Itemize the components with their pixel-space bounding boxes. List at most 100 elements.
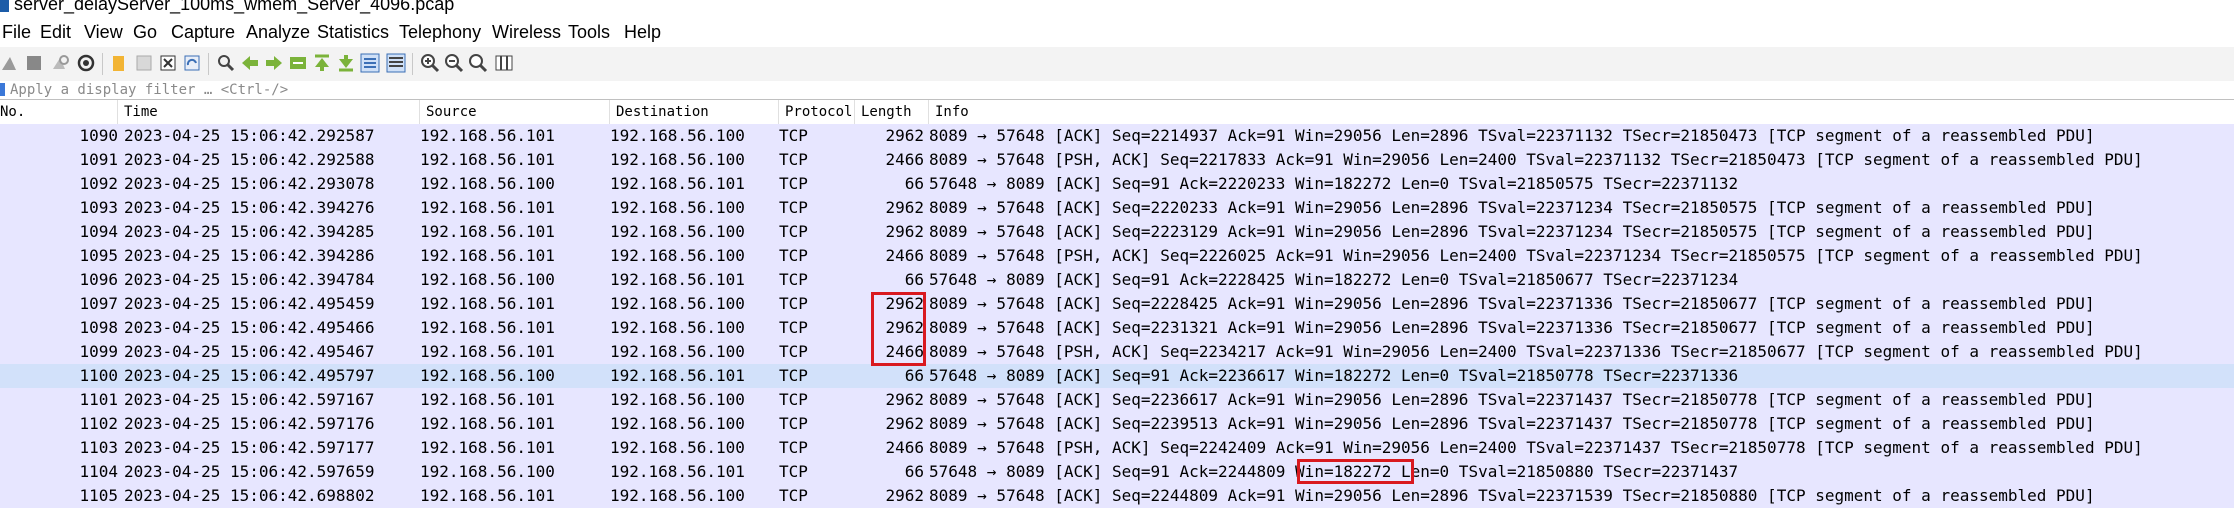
reload-file-icon[interactable] bbox=[182, 53, 202, 73]
display-filter-input[interactable] bbox=[10, 81, 2210, 99]
packet-source: 192.168.56.101 bbox=[420, 438, 555, 457]
packet-length: 2962 bbox=[885, 198, 924, 217]
packet-protocol: TCP bbox=[779, 438, 808, 457]
packet-destination: 192.168.56.100 bbox=[610, 486, 745, 505]
packet-info: 8089 → 57648 [ACK] Seq=2223129 Ack=91 Wi… bbox=[929, 222, 2095, 241]
go-last-icon[interactable] bbox=[336, 53, 356, 73]
packet-row[interactable]: 1098 2023-04-25 15:06:42.495466 192.168.56… bbox=[0, 316, 2234, 340]
packet-time: 2023-04-25 15:06:42.394784 bbox=[124, 270, 375, 289]
menu-help[interactable]: Help bbox=[622, 21, 663, 43]
packet-protocol: TCP bbox=[779, 366, 808, 385]
packet-time: 2023-04-25 15:06:42.698802 bbox=[124, 486, 375, 505]
bookmark-icon[interactable] bbox=[0, 83, 5, 96]
menu-wireless[interactable]: Wireless bbox=[490, 21, 563, 43]
packet-info: 8089 → 57648 [ACK] Seq=2244809 Ack=91 Wi… bbox=[929, 486, 2095, 505]
packet-row[interactable]: 1102 2023-04-25 15:06:42.597176 192.168.56… bbox=[0, 412, 2234, 436]
packet-protocol: TCP bbox=[779, 246, 808, 265]
packet-time: 2023-04-25 15:06:42.495467 bbox=[124, 342, 375, 361]
packet-info: 57648 → 8089 [ACK] Seq=91 Ack=2244809 Wi… bbox=[929, 462, 1739, 481]
packet-number: 1104 bbox=[79, 462, 118, 481]
packet-destination: 192.168.56.101 bbox=[610, 270, 745, 289]
packet-number: 1091 bbox=[79, 150, 118, 169]
open-file-icon[interactable] bbox=[110, 53, 130, 73]
packet-row[interactable]: 1103 2023-04-25 15:06:42.597177 192.168.56… bbox=[0, 436, 2234, 460]
shark-fin-start-icon[interactable] bbox=[0, 53, 20, 73]
packet-row[interactable]: 1105 2023-04-25 15:06:42.698802 192.168.56… bbox=[0, 484, 2234, 508]
packet-destination: 192.168.56.100 bbox=[610, 438, 745, 457]
packet-row[interactable]: 1092 2023-04-25 15:06:42.293078 192.168.56… bbox=[0, 172, 2234, 196]
zoom-normal-icon[interactable] bbox=[468, 53, 488, 73]
packet-number: 1101 bbox=[79, 390, 118, 409]
save-file-icon[interactable] bbox=[134, 53, 154, 73]
packet-time: 2023-04-25 15:06:42.597177 bbox=[124, 438, 375, 457]
packet-time: 2023-04-25 15:06:42.597176 bbox=[124, 414, 375, 433]
packet-time: 2023-04-25 15:06:42.495797 bbox=[124, 366, 375, 385]
column-header-length[interactable]: Length bbox=[855, 100, 929, 124]
menu-analyze[interactable]: Analyze bbox=[244, 21, 312, 43]
packet-source: 192.168.56.101 bbox=[420, 246, 555, 265]
go-back-icon[interactable] bbox=[240, 53, 260, 73]
packet-row[interactable]: 1091 2023-04-25 15:06:42.292588 192.168.56… bbox=[0, 148, 2234, 172]
packet-row[interactable]: 1099 2023-04-25 15:06:42.495467 192.168.56… bbox=[0, 340, 2234, 364]
column-header-protocol[interactable]: Protocol bbox=[779, 100, 855, 124]
packet-row[interactable]: 1094 2023-04-25 15:06:42.394285 192.168.56… bbox=[0, 220, 2234, 244]
capture-options-icon[interactable] bbox=[76, 53, 96, 73]
go-first-icon[interactable] bbox=[312, 53, 332, 73]
resize-columns-icon[interactable] bbox=[494, 53, 514, 73]
main-toolbar bbox=[0, 47, 2234, 82]
annotation-window-highlight bbox=[1297, 459, 1414, 484]
menu-file[interactable]: File bbox=[0, 21, 33, 43]
zoom-out-icon[interactable] bbox=[444, 53, 464, 73]
packet-destination: 192.168.56.101 bbox=[610, 174, 745, 193]
packet-row[interactable]: 1096 2023-04-25 15:06:42.394784 192.168.56… bbox=[0, 268, 2234, 292]
packet-length: 2466 bbox=[885, 150, 924, 169]
menu-statistics[interactable]: Statistics bbox=[315, 21, 391, 43]
packet-row[interactable]: 1104 2023-04-25 15:06:42.597659 192.168.56… bbox=[0, 460, 2234, 484]
menu-capture[interactable]: Capture bbox=[169, 21, 237, 43]
packet-length: 2962 bbox=[885, 390, 924, 409]
packet-source: 192.168.56.100 bbox=[420, 366, 555, 385]
packet-number: 1094 bbox=[79, 222, 118, 241]
menu-view[interactable]: View bbox=[82, 21, 125, 43]
packet-source: 192.168.56.100 bbox=[420, 270, 555, 289]
packet-row[interactable]: 1097 2023-04-25 15:06:42.495459 192.168.56… bbox=[0, 292, 2234, 316]
packet-row[interactable]: 1095 2023-04-25 15:06:42.394286 192.168.56… bbox=[0, 244, 2234, 268]
menu-edit[interactable]: Edit bbox=[38, 21, 73, 43]
column-header-no[interactable]: No. bbox=[0, 100, 118, 124]
packet-row[interactable]: 1100 2023-04-25 15:06:42.495797 192.168.56… bbox=[0, 364, 2234, 388]
menu-tools[interactable]: Tools bbox=[566, 21, 612, 43]
packet-protocol: TCP bbox=[779, 486, 808, 505]
packet-number: 1096 bbox=[79, 270, 118, 289]
close-file-icon[interactable] bbox=[158, 53, 178, 73]
go-forward-icon[interactable] bbox=[264, 53, 284, 73]
packet-source: 192.168.56.101 bbox=[420, 342, 555, 361]
packet-row[interactable]: 1101 2023-04-25 15:06:42.597167 192.168.56… bbox=[0, 388, 2234, 412]
stop-capture-icon[interactable] bbox=[24, 53, 44, 73]
packet-destination: 192.168.56.100 bbox=[610, 294, 745, 313]
colorize-icon[interactable] bbox=[386, 53, 406, 73]
column-header-time[interactable]: Time bbox=[118, 100, 420, 124]
title-bar: server_delayServer_100ms_wmem_Server_409… bbox=[0, 0, 2234, 16]
column-header-destination[interactable]: Destination bbox=[610, 100, 779, 124]
packet-number: 1092 bbox=[79, 174, 118, 193]
go-to-packet-icon[interactable] bbox=[288, 53, 308, 73]
find-packet-icon[interactable] bbox=[216, 53, 236, 73]
packet-row[interactable]: 1090 2023-04-25 15:06:42.292587 192.168.56… bbox=[0, 124, 2234, 148]
packet-protocol: TCP bbox=[779, 318, 808, 337]
packet-time: 2023-04-25 15:06:42.394286 bbox=[124, 246, 375, 265]
packet-time: 2023-04-25 15:06:42.292587 bbox=[124, 126, 375, 145]
packet-info: 8089 → 57648 [PSH, ACK] Seq=2217833 Ack=… bbox=[929, 150, 2143, 169]
packet-time: 2023-04-25 15:06:42.394285 bbox=[124, 222, 375, 241]
menu-telephony[interactable]: Telephony bbox=[397, 21, 483, 43]
column-header-source[interactable]: Source bbox=[420, 100, 610, 124]
restart-capture-icon[interactable] bbox=[50, 53, 70, 73]
packet-destination: 192.168.56.101 bbox=[610, 366, 745, 385]
menu-go[interactable]: Go bbox=[131, 21, 159, 43]
zoom-in-icon[interactable] bbox=[420, 53, 440, 73]
column-header-info[interactable]: Info bbox=[929, 100, 2234, 124]
packet-row[interactable]: 1093 2023-04-25 15:06:42.394276 192.168.56… bbox=[0, 196, 2234, 220]
packet-source: 192.168.56.101 bbox=[420, 222, 555, 241]
packet-time: 2023-04-25 15:06:42.597167 bbox=[124, 390, 375, 409]
auto-scroll-icon[interactable] bbox=[360, 53, 380, 73]
packet-source: 192.168.56.101 bbox=[420, 318, 555, 337]
